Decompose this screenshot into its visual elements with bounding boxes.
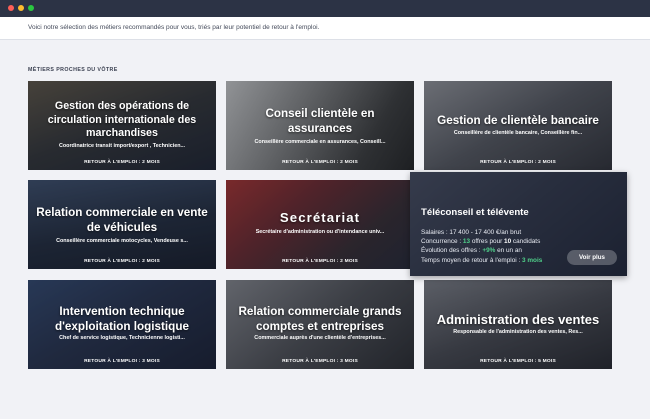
job-card-return-time: RETOUR À L'EMPLOI : 5 MOIS xyxy=(480,359,556,364)
job-card-title: Relation commerciale grands comptes et e… xyxy=(238,305,402,333)
job-card-administration-ventes[interactable]: Administration des ventes Responsable de… xyxy=(424,280,612,369)
job-card-return-time: RETOUR À L'EMPLOI : 2 MOIS xyxy=(480,160,556,165)
expanded-card-title: Téléconseil et télévente xyxy=(421,207,529,218)
window-titlebar xyxy=(0,0,650,17)
intro-banner: Voici notre sélection des métiers recomm… xyxy=(0,17,650,40)
job-card-return-time: RETOUR À L'EMPLOI : 2 MOIS xyxy=(282,160,358,165)
salary-line: Salaires : 17 400 - 17 400 €/an brut xyxy=(421,229,522,236)
job-card-vente-vehicules[interactable]: Relation commerciale en vente de véhicul… xyxy=(28,180,216,269)
competition-line: Concurrence : 13 offres pour 10 candidat… xyxy=(421,238,541,245)
job-card-title: Relation commerciale en vente de véhicul… xyxy=(36,206,208,234)
job-card-return-time: RETOUR À L'EMPLOI : 2 MOIS xyxy=(282,259,358,264)
job-card-secretariat[interactable]: Secrétariat Secrétaire d'administration … xyxy=(226,180,414,269)
job-card-title: Administration des ventes xyxy=(436,312,600,327)
job-card-subtitle: Secrétaire d'administration ou d'intenda… xyxy=(255,229,385,235)
job-card-return-time: RETOUR À L'EMPLOI : 3 MOIS xyxy=(282,359,358,364)
job-card-subtitle: Responsable de l'administration des vent… xyxy=(453,329,583,335)
job-card-conseil-assurances[interactable]: Conseil clientèle en assurances Conseill… xyxy=(226,81,414,170)
job-card-clientele-bancaire[interactable]: Gestion de clientèle bancaire Conseillèr… xyxy=(424,81,612,170)
job-card-subtitle: Coordinatrice transit import/export , Te… xyxy=(58,143,185,149)
voir-plus-button[interactable]: Voir plus xyxy=(567,250,617,265)
job-card-title: Gestion de clientèle bancaire xyxy=(437,114,599,127)
job-card-subtitle: Conseillère commerciale motocycles, Vend… xyxy=(56,238,188,244)
job-card-title: Secrétariat xyxy=(279,210,361,225)
job-card-exploitation-logistique[interactable]: Intervention technique d'exploitation lo… xyxy=(28,280,216,369)
close-window-button[interactable] xyxy=(8,5,14,11)
job-card-return-time: RETOUR À L'EMPLOI : 3 MOIS xyxy=(84,359,160,364)
job-card-subtitle: Commerciale auprès d'une clientèle d'ent… xyxy=(254,335,386,341)
job-card-title: Intervention technique d'exploitation lo… xyxy=(55,305,189,333)
job-card-grands-comptes[interactable]: Relation commerciale grands comptes et e… xyxy=(226,280,414,369)
intro-text: Voici notre sélection des métiers recomm… xyxy=(28,24,320,31)
minimize-window-button[interactable] xyxy=(18,5,24,11)
job-card-subtitle: Conseillère de clientèle bancaire, Conse… xyxy=(453,130,583,136)
section-title: MÉTIERS PROCHES DU VÔTRE xyxy=(28,67,118,73)
job-card-subtitle: Conseillère commerciale en assurances, C… xyxy=(254,139,386,145)
job-card-title: Gestion des opérations de circulation in… xyxy=(47,100,197,139)
evolution-line: Évolution des offres : +9% en un an xyxy=(421,247,522,254)
return-time-line: Temps moyen de retour à l'emploi : 3 moi… xyxy=(421,257,543,264)
job-card-title: Conseil clientèle en assurances xyxy=(265,107,375,135)
job-card-subtitle: Chef de service logistique, Technicienne… xyxy=(59,335,185,341)
job-card-return-time: RETOUR À L'EMPLOI : 2 MOIS xyxy=(84,259,160,264)
job-card-gestion-operations[interactable]: Gestion des opérations de circulation in… xyxy=(28,81,216,170)
maximize-window-button[interactable] xyxy=(28,5,34,11)
job-card-return-time: RETOUR À L'EMPLOI : 2 MOIS xyxy=(84,160,160,165)
